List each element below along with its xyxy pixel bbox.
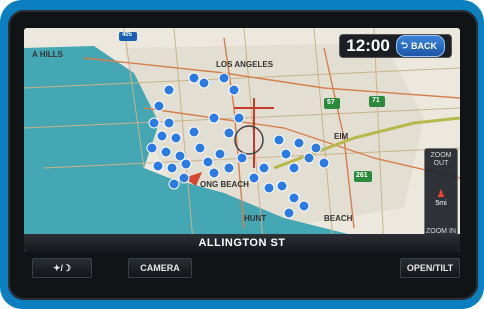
scale-person-icon: ♟	[436, 188, 446, 200]
map-label-los-angeles: LOS ANGELES	[216, 60, 274, 69]
highway-shield-261: 261	[356, 172, 368, 179]
camera-button[interactable]: CAMERA	[128, 258, 192, 278]
open-tilt-button[interactable]: OPEN/TILT	[400, 258, 460, 278]
highway-shield-405: 405	[122, 32, 133, 38]
map-label-hills: A HILLS	[32, 50, 63, 59]
hardware-button-row: ✦/☽ CAMERA OPEN/TILT	[24, 258, 460, 280]
day-night-button[interactable]: ✦/☽	[32, 258, 92, 278]
back-label: BACK	[411, 41, 437, 51]
map-label-huntington-2: BEACH	[324, 214, 353, 223]
zoom-panel: ZOOM OUT ♟ 5mi ZOOM IN	[424, 148, 458, 240]
status-bar: 12:00 ⮌ BACK	[339, 34, 452, 58]
current-street-bar: ALLINGTON ST	[24, 234, 460, 252]
back-arrow-icon: ⮌	[400, 40, 408, 50]
back-button[interactable]: ⮌ BACK	[395, 35, 445, 57]
street-name: ALLINGTON ST	[198, 237, 286, 249]
zoom-out-button[interactable]: ZOOM OUT	[426, 152, 456, 168]
map-label-huntington: HUNT	[244, 214, 267, 223]
highway-shield-57: 57	[327, 99, 335, 106]
clock: 12:00	[346, 36, 390, 55]
scale-label: 5mi	[435, 199, 447, 207]
highway-shield-71: 71	[372, 97, 380, 104]
navigation-screen[interactable]: A HILLS LOS ANGELES ONG BEACH HUNT BEACH…	[24, 28, 460, 252]
map-scale: ♟ 5mi	[435, 188, 447, 207]
map-label-elm: EIM	[334, 132, 349, 141]
map-label-beach: ONG BEACH	[200, 180, 249, 189]
